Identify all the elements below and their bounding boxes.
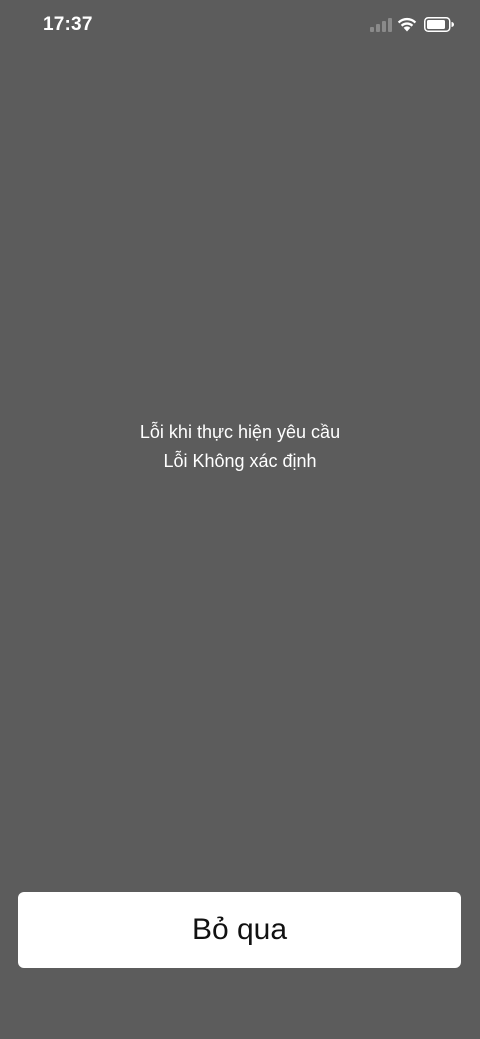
- battery-icon: [424, 17, 454, 32]
- status-time: 17:37: [43, 14, 93, 35]
- status-bar: 17:37: [0, 0, 480, 52]
- error-screen: 17:37 Lỗi khi thực hiện yêu cầu Lỗi Khôn…: [0, 0, 480, 1039]
- error-title: Lỗi khi thực hiện yêu cầu: [139, 422, 341, 442]
- error-message-block: Lỗi khi thực hiện yêu cầu Lỗi Không xác …: [0, 418, 480, 476]
- wifi-icon: [397, 16, 417, 32]
- cellular-signal-icon: [370, 18, 392, 32]
- skip-button[interactable]: Bỏ qua: [18, 892, 461, 968]
- error-detail: Lỗi Không xác định: [163, 451, 317, 471]
